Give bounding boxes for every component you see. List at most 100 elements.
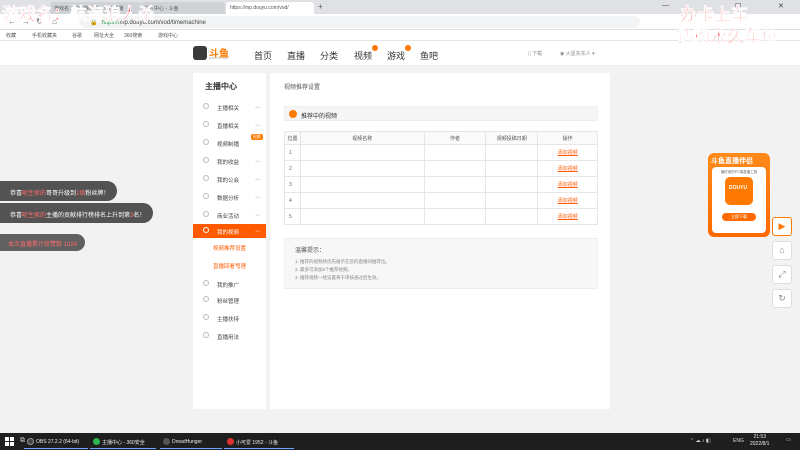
sidebar-item-video-production[interactable]: 视频制播 抢鲜 xyxy=(193,134,266,150)
sidebar-item-guild[interactable]: 我的公会 ︿ xyxy=(193,172,266,186)
sidebar-sub-recommend-settings[interactable]: 视频推荐设置 xyxy=(213,244,246,252)
toast-text: 哥哥升级到 xyxy=(46,191,77,197)
row-position: 2 xyxy=(284,160,301,177)
add-video-link[interactable]: 添加视频 xyxy=(558,166,578,172)
sidebar-item-business[interactable]: 商业活动 ︿ xyxy=(193,208,266,222)
add-video-link[interactable]: 添加视频 xyxy=(558,150,578,156)
row-author xyxy=(423,208,487,225)
douyu-logo[interactable]: 斗鱼 DOUYU.COM xyxy=(193,45,243,61)
thumbs-up-icon xyxy=(203,314,209,320)
row-author xyxy=(423,192,487,209)
home-float-icon[interactable]: ⌂ xyxy=(772,241,792,260)
browser-tab-active[interactable]: https://mp.douyu.com/vod/ xyxy=(226,2,314,14)
nav-game-label: 游戏 xyxy=(387,51,406,61)
col-action: 操作 xyxy=(537,131,598,145)
clock-time: 21:53 xyxy=(753,434,766,440)
toast-text: 名！ xyxy=(133,213,146,219)
sidebar-item-label: 我的视频 xyxy=(217,230,240,236)
taskbar-app-browser[interactable]: 主播中心 - 360安全 xyxy=(90,434,156,449)
language-indicator[interactable]: ENG xyxy=(733,438,744,444)
chevron-up-icon: ︿ xyxy=(254,158,260,164)
row-video-name xyxy=(299,176,425,193)
toast-text: 恭喜 xyxy=(10,213,23,219)
sidebar-item-label: 粉丝管理 xyxy=(217,299,240,305)
play-icon xyxy=(203,227,209,233)
taskbar-app-label: DreadHunger xyxy=(172,439,203,445)
sidebar-item-anchor[interactable]: 主播相关 ︿ xyxy=(193,100,266,114)
tray-icons[interactable]: ⌃ ☁ ♪ ◧ xyxy=(690,438,711,444)
refresh-float-icon[interactable]: ↻ xyxy=(772,289,792,308)
section-title: 推荐中的视频 xyxy=(301,114,338,120)
wallet-icon xyxy=(203,157,209,163)
add-video-link[interactable]: 添加视频 xyxy=(558,182,578,188)
notification-icon[interactable]: ▭ xyxy=(786,437,791,443)
fullscreen-icon[interactable]: ⤢ xyxy=(772,265,792,284)
bookmark-5[interactable]: 360搜索 xyxy=(124,32,142,39)
sidebar-item-label: 商业活动 xyxy=(217,214,240,220)
bookmark-3[interactable]: 谷歌 xyxy=(72,32,82,39)
sidebar-item-income[interactable]: 我的收益 ︿ xyxy=(193,154,266,168)
add-video-link[interactable]: 添加视频 xyxy=(558,214,578,220)
bookmark-6[interactable]: 游戏中心 xyxy=(158,32,178,39)
gift-notification-1: 恭喜昵生家的哥哥升级到1级粉丝牌！ xyxy=(0,181,118,201)
user-menu[interactable]: ◉ 火星东东人 ▾ xyxy=(560,50,595,57)
sidebar-item-label: 直播相关 xyxy=(217,124,240,130)
sidebar-item-my-videos[interactable]: 我的视频 ︿ xyxy=(193,224,266,238)
row-position: 5 xyxy=(284,208,301,225)
row-action: 添加视频 xyxy=(537,160,598,177)
row-action: 添加视频 xyxy=(537,144,598,161)
companion-app-promo[interactable]: 斗鱼直播伴侣 最好用的PC端直播工具 DOUYU 立即下载 xyxy=(708,153,770,237)
promo-download-button[interactable]: 立即下载 xyxy=(722,213,756,221)
toast-text: 粉丝牌！ xyxy=(85,191,110,197)
chevron-up-icon: ︿ xyxy=(254,176,260,182)
tip-line: 1. 推荐的视频将优先展示在您的直播间推荐位。 xyxy=(295,259,391,264)
windows-start-icon[interactable] xyxy=(5,437,14,446)
sidebar-sub-replay-manage[interactable]: 直播回看管理 xyxy=(213,262,246,270)
sidebar-item-live[interactable]: 直播相关 ︿ xyxy=(193,118,266,132)
nav-live[interactable]: 直播 xyxy=(287,49,305,62)
play-icon[interactable]: ▶ xyxy=(772,217,792,236)
add-video-link[interactable]: 添加视频 xyxy=(558,198,578,204)
overlay-game-title: 游戏名：航海狼人杀 xyxy=(2,5,156,25)
sidebar-item-guide[interactable]: 直播用法 xyxy=(193,329,266,343)
recommend-table: 位置 视频名称 作者 视频投稿日期 操作 1 添加视频 2 添加视频 3 添加视频 4… xyxy=(284,131,598,225)
bookmark-4[interactable]: 网址大全 xyxy=(94,32,114,39)
nav-game[interactable]: 游戏 xyxy=(387,45,412,62)
new-tab-button[interactable]: + xyxy=(318,2,323,11)
bookmark-1[interactable]: 收藏 xyxy=(6,32,16,39)
close-window-button[interactable]: ✕ xyxy=(778,2,784,10)
clock[interactable]: 21:53 2022/8/1 xyxy=(750,434,769,448)
bookmark-2[interactable]: 手机收藏夹 xyxy=(32,32,57,39)
book-icon xyxy=(203,332,209,338)
sidebar-item-label: 我的收益 xyxy=(217,160,240,166)
sidebar-item-promotion[interactable]: 我的推广 xyxy=(193,277,266,291)
sidebar-item-label: 我的公会 xyxy=(217,178,240,184)
row-video-name xyxy=(299,192,425,209)
nav-video-label: 视频 xyxy=(354,51,373,61)
url-input[interactable]: 🔒 https://mp.douyu.com/vod/timemachine xyxy=(80,16,640,28)
chevron-up-icon: ︿ xyxy=(254,194,260,200)
nav-yuba[interactable]: 鱼吧 xyxy=(420,49,438,62)
tip-line: 3. 推荐视频一经设置将于审核通过后生效。 xyxy=(295,275,382,280)
new-tag-badge: 抢鲜 xyxy=(251,134,263,140)
video-icon xyxy=(203,139,209,145)
sidebar-item-analytics[interactable]: 数据分析 ︿ xyxy=(193,190,266,204)
section-header: 推荐中的视频 xyxy=(284,106,598,121)
taskbar-app-obs[interactable]: OBS 27.2.2 (64-bit) xyxy=(24,434,88,449)
nav-category[interactable]: 分类 xyxy=(320,49,338,62)
sidebar-item-support[interactable]: 主播扶持 xyxy=(193,311,266,325)
minimize-button[interactable]: — xyxy=(662,2,669,9)
taskbar-app-douyu[interactable]: 小可爱 1952 - 斗鱼 xyxy=(224,434,294,449)
sidebar-item-fans[interactable]: 粉丝管理 xyxy=(193,293,266,307)
toast-level: 1级 xyxy=(76,191,86,197)
browser-360-icon xyxy=(93,438,100,445)
row-date xyxy=(485,208,539,225)
sidebar-item-label: 我的推广 xyxy=(217,283,240,289)
nav-video[interactable]: 视频 xyxy=(354,45,379,62)
sidebar-item-label: 主播扶持 xyxy=(217,317,240,323)
sidebar: 主播中心 主播相关 ︿ 直播相关 ︿ 视频制播 抢鲜 我的收益 ︿ 我的公会 ︿ 数据分析… xyxy=(193,73,266,409)
download-link[interactable]: ▯ 下载 xyxy=(528,50,542,57)
nav-home[interactable]: 首页 xyxy=(254,49,272,62)
taskbar-app-game[interactable]: DreadHunger xyxy=(160,434,222,449)
promo-subtitle: 最好用的PC端直播工具 xyxy=(720,170,758,174)
